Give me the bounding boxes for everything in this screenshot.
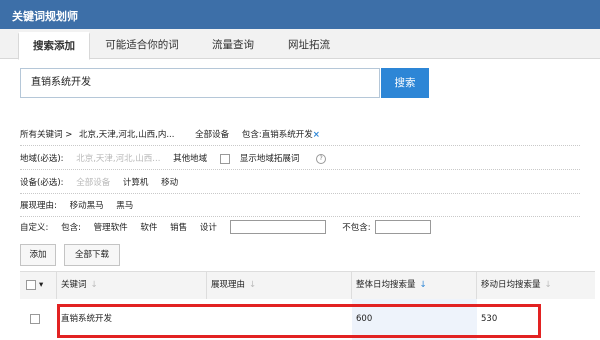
breadcrumb-root[interactable]: 所有关键词 > xyxy=(20,130,72,140)
sort-icon: ↓ xyxy=(544,280,552,290)
keyword-search-input[interactable]: 直销系统开发 xyxy=(20,68,380,98)
region-filter: 地域(必选): 北京,天津,河北,山西... 其他地域 显示地域拓展词 ? xyxy=(20,152,336,164)
search-button[interactable]: 搜索 xyxy=(381,68,429,98)
divider xyxy=(20,216,580,217)
row-select-cell xyxy=(20,299,57,340)
close-icon[interactable]: × xyxy=(313,130,320,140)
highlight-box xyxy=(57,304,541,338)
reason-label: 展现理由: xyxy=(20,201,57,211)
exclude-input[interactable] xyxy=(375,220,432,234)
custom-filter: 自定义: 包含: 管理软件 软件 销售 设计 不包含: xyxy=(20,220,441,234)
breadcrumb-region[interactable]: 北京,天津,河北,山西,内... xyxy=(79,130,174,140)
show-region-expand-label: 显示地域拓展词 xyxy=(239,154,300,164)
select-all-checkbox[interactable] xyxy=(26,279,36,290)
help-icon[interactable]: ? xyxy=(316,153,327,164)
column-header-overall-volume[interactable]: 整体日均搜索量 ↓ xyxy=(352,272,477,299)
divider xyxy=(20,193,580,194)
divider xyxy=(20,145,580,146)
include-input[interactable] xyxy=(229,220,326,234)
device-option-mobile[interactable]: 移动 xyxy=(161,178,178,188)
region-label: 地域(必选): xyxy=(20,154,64,164)
chevron-down-icon[interactable]: ▾ xyxy=(39,280,43,290)
breadcrumb-device[interactable]: 全部设备 xyxy=(195,130,229,140)
tab-bar: 搜索添加 可能适合你的词 流量查询 网址拓流 xyxy=(0,29,600,60)
include-option-sales[interactable]: 销售 xyxy=(170,223,187,233)
tab-search-add[interactable]: 搜索添加 xyxy=(18,32,90,60)
reason-option-mobile-darkhorse[interactable]: 移动黑马 xyxy=(70,201,104,211)
region-value[interactable]: 北京,天津,河北,山西... xyxy=(76,154,160,164)
column-header-mobile-volume[interactable]: 移动日均搜索量 ↓ xyxy=(477,272,595,299)
tab-url-expand[interactable]: 网址拓流 xyxy=(274,33,344,58)
app-title-bar: 关键词规划师 xyxy=(0,0,600,29)
table-header: ▾ 关键词 ↓ 展现理由 ↓ 整体日均搜索量 ↓ 移动日均搜索量 ↓ xyxy=(20,271,595,300)
include-option-design[interactable]: 设计 xyxy=(200,223,217,233)
include-option-management-software[interactable]: 管理软件 xyxy=(94,223,128,233)
app-title: 关键词规划师 xyxy=(12,10,78,23)
reason-filter: 展现理由: 移动黑马 黑马 xyxy=(20,199,143,211)
add-button[interactable]: 添加 xyxy=(20,244,56,266)
sort-desc-icon: ↓ xyxy=(419,280,427,290)
breadcrumb: 所有关键词 > 北京,天津,河北,山西,内... 全部设备 包含:直销系统开发× xyxy=(20,128,324,140)
show-region-expand-checkbox[interactable] xyxy=(219,153,230,164)
tab-suggested-words[interactable]: 可能适合你的词 xyxy=(92,33,192,58)
column-header-keyword[interactable]: 关键词 ↓ xyxy=(57,272,207,299)
row-checkbox[interactable] xyxy=(30,313,40,324)
breadcrumb-include[interactable]: 包含:直销系统开发 xyxy=(242,130,313,140)
divider xyxy=(20,169,580,170)
tab-traffic-query[interactable]: 流量查询 xyxy=(198,33,268,58)
include-label: 包含: xyxy=(61,222,81,233)
column-header-reason[interactable]: 展现理由 ↓ xyxy=(207,272,352,299)
device-label: 设备(必选): xyxy=(20,178,64,188)
select-all-cell: ▾ xyxy=(20,272,57,299)
include-option-software[interactable]: 软件 xyxy=(140,223,157,233)
sort-icon: ↓ xyxy=(90,280,98,290)
download-all-button[interactable]: 全部下载 xyxy=(64,244,120,266)
device-filter: 设备(必选): 全部设备 计算机 移动 xyxy=(20,176,188,188)
other-region-link[interactable]: 其他地域 xyxy=(173,154,207,164)
reason-option-darkhorse[interactable]: 黑马 xyxy=(116,201,133,211)
exclude-label: 不包含: xyxy=(342,222,371,233)
sort-icon: ↓ xyxy=(249,280,257,290)
device-option-computer[interactable]: 计算机 xyxy=(123,178,149,188)
custom-label: 自定义: xyxy=(20,222,49,233)
device-option-all[interactable]: 全部设备 xyxy=(76,178,110,188)
